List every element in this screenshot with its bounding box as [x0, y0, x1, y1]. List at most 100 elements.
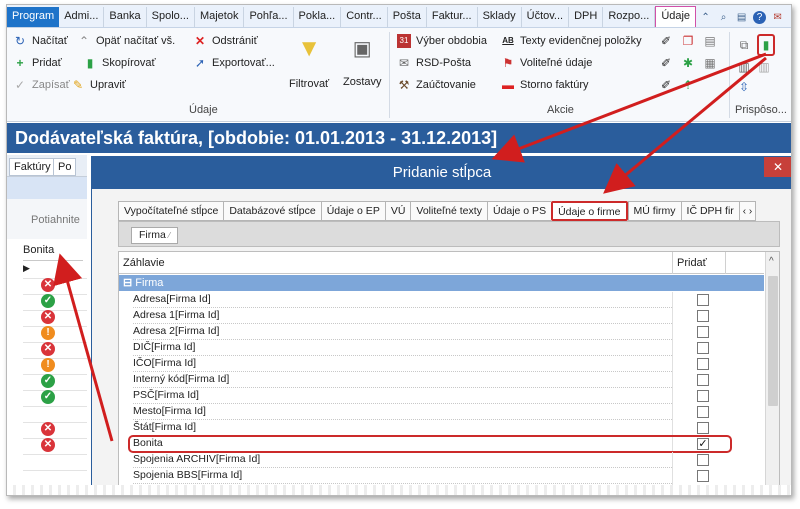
list-item[interactable]: Mesto[Firma Id]	[119, 404, 764, 420]
document-icon[interactable]: ▤	[735, 11, 748, 24]
search-icon[interactable]: ⌕	[717, 11, 730, 24]
list-item[interactable]: Spojenia ARCHIV[Firma Id]	[119, 452, 764, 468]
dialog-tab[interactable]: MÚ firmy	[627, 201, 681, 221]
printer-icon[interactable]: ▤	[703, 34, 717, 48]
add-checkbox[interactable]	[697, 470, 709, 482]
add-checkbox[interactable]	[697, 358, 709, 370]
collapse-icon[interactable]: ⊟	[123, 277, 132, 289]
texty-ev-button[interactable]: AB Texty evidenčnej položky	[501, 34, 641, 48]
upravit-button[interactable]: ✎ Upraviť	[71, 78, 126, 92]
tab-faktur[interactable]: Faktur...	[427, 7, 478, 27]
zapisat-button[interactable]: ✓ Zapísať	[13, 78, 70, 92]
add-checkbox[interactable]	[697, 342, 709, 354]
columns-icon[interactable]: ⧉	[737, 38, 751, 52]
close-icon[interactable]: ✕	[764, 157, 791, 177]
dialog-tab[interactable]: VÚ	[384, 201, 411, 221]
tab-contr[interactable]: Contr...	[341, 7, 388, 27]
opat-nacitat-button[interactable]: ⌃ Opäť načítať vš.	[77, 34, 175, 48]
tab-rozpo[interactable]: Rozpo...	[603, 7, 656, 27]
flag-icon: ⚑	[502, 56, 514, 70]
add-checkbox[interactable]	[697, 406, 709, 418]
header-zahlavie[interactable]: Záhlavie	[123, 257, 165, 269]
exportovat-button[interactable]: ➚ Exportovať...	[193, 56, 275, 70]
collapse-ribbon-icon[interactable]: ⌃	[699, 11, 712, 24]
help-icon[interactable]: ?	[753, 10, 767, 24]
storno-button[interactable]: ▬ Storno faktúry	[501, 78, 588, 92]
sort-icon[interactable]: ⇳	[737, 80, 751, 94]
tab-banka[interactable]: Banka	[104, 7, 147, 27]
dialog-tab[interactable]: Údaje o PS	[486, 201, 552, 221]
dialog-tab[interactable]: Údaje o firme	[551, 201, 628, 221]
group-chip-label: Firma	[139, 229, 166, 241]
skopirovat-button[interactable]: ▮ Skopírovať	[83, 56, 156, 70]
tab-dph[interactable]: DPH	[569, 7, 604, 27]
add-checkbox[interactable]	[697, 294, 709, 306]
pridat-button[interactable]: + Pridať	[13, 56, 61, 70]
list-item[interactable]: Adresa[Firma Id]	[119, 292, 764, 308]
settings-icon[interactable]: ✱	[681, 56, 695, 70]
add-checkbox[interactable]	[697, 374, 709, 386]
group-row-firma[interactable]: ⊟ Firma	[119, 275, 764, 291]
odstranit-button[interactable]: ✕ Odstrániť	[193, 34, 258, 48]
tab-faktury[interactable]: Faktúry	[9, 158, 56, 176]
tab-program[interactable]: Program	[7, 7, 60, 27]
nacitat-button[interactable]: ↻ Načítať	[13, 34, 68, 48]
group-chip-firma[interactable]: Firma ⁄	[131, 227, 179, 244]
header-pridat[interactable]: Pridať	[677, 257, 707, 269]
list-item[interactable]: IČO[Firma Id]	[119, 356, 764, 372]
tab-posta[interactable]: Pošta	[388, 7, 427, 27]
tab-udaje[interactable]: Údaje	[655, 6, 697, 27]
dialog-tab[interactable]: Databázové stĺpce	[223, 201, 321, 221]
column-divider	[672, 340, 673, 356]
list-item[interactable]: Adresa 2[Firma Id]	[119, 324, 764, 340]
pencil-slash-icon[interactable]: ✐	[659, 56, 673, 70]
tab-scroll-arrows-icon[interactable]: ‹ ›	[738, 201, 757, 221]
zostavy-button[interactable]: ▣ Zostavy	[343, 34, 382, 88]
dialog-tab[interactable]: Voliteľné texty	[410, 201, 487, 221]
grid-icon[interactable]: ▦	[703, 56, 717, 70]
list-item[interactable]: Bonita ✓	[119, 435, 764, 453]
list-item[interactable]: PSČ[Firma Id]	[119, 388, 764, 404]
tab-uctov[interactable]: Účtov...	[522, 7, 570, 27]
tab-majetok[interactable]: Majetok	[195, 7, 245, 27]
tab-pohla[interactable]: Pohľa...	[244, 7, 294, 27]
list-item[interactable]: Interný kód[Firma Id]	[119, 372, 764, 388]
zauctovanie-button[interactable]: ⚒ Zaúčtovanie	[397, 78, 476, 92]
rsd-posta-button[interactable]: ✉ RSD-Pošta	[397, 56, 471, 70]
list-item[interactable]: DIČ[Firma Id]	[119, 340, 764, 356]
add-column-icon[interactable]: ▮	[757, 34, 775, 56]
dialog-tab[interactable]: Vypočítateľné stĺpce	[118, 201, 224, 221]
bonita-column-header[interactable]: Bonita	[23, 241, 83, 261]
export-icon: ➚	[194, 56, 206, 70]
scrollbar-thumb[interactable]	[768, 276, 778, 406]
dialog-tab[interactable]: Údaje o EP	[320, 201, 385, 221]
pencil-slash-icon[interactable]: ✐	[659, 78, 673, 92]
add-checkbox[interactable]	[697, 326, 709, 338]
layout-icon[interactable]: ▥	[737, 60, 751, 74]
layout-grid-icon[interactable]: ▥	[757, 60, 771, 74]
mail-icon[interactable]: ✉	[771, 11, 784, 24]
tab-pokla[interactable]: Pokla...	[294, 7, 342, 27]
list-item[interactable]: Štát[Firma Id]	[119, 420, 764, 436]
dialog-tab[interactable]: IČ DPH fir	[680, 201, 739, 221]
scroll-up-icon[interactable]: ^	[769, 256, 774, 267]
tab-spolo[interactable]: Spolo...	[147, 7, 195, 27]
list-item[interactable]: Spojenia BBS[Firma Id]	[119, 468, 764, 484]
pencil-slash-icon[interactable]: ✐	[659, 34, 673, 48]
tab-admi[interactable]: Admi...	[59, 7, 105, 27]
arrow-up-icon[interactable]: ⇡	[681, 78, 695, 92]
list-item[interactable]: Adresa 1[Firma Id]	[119, 308, 764, 324]
page-icon[interactable]: ❐	[681, 34, 695, 48]
volitelne-udaje-button[interactable]: ⚑ Voliteľné údaje	[501, 56, 593, 70]
volitelne-udaje-label: Voliteľné údaje	[520, 57, 593, 69]
tab-po[interactable]: Po	[53, 158, 77, 176]
add-checkbox[interactable]	[697, 422, 709, 434]
tab-sklady[interactable]: Sklady	[478, 7, 522, 27]
akcie-extra-row1: ✐ ❐ ▤	[659, 34, 717, 48]
vertical-scrollbar[interactable]: ^	[765, 252, 779, 495]
vyber-obdobia-button[interactable]: 31 Výber obdobia	[397, 34, 487, 48]
filtrovat-button[interactable]: ▼ Filtrovať	[289, 34, 329, 90]
add-checkbox[interactable]	[697, 454, 709, 466]
add-checkbox[interactable]	[697, 390, 709, 402]
add-checkbox[interactable]	[697, 310, 709, 322]
